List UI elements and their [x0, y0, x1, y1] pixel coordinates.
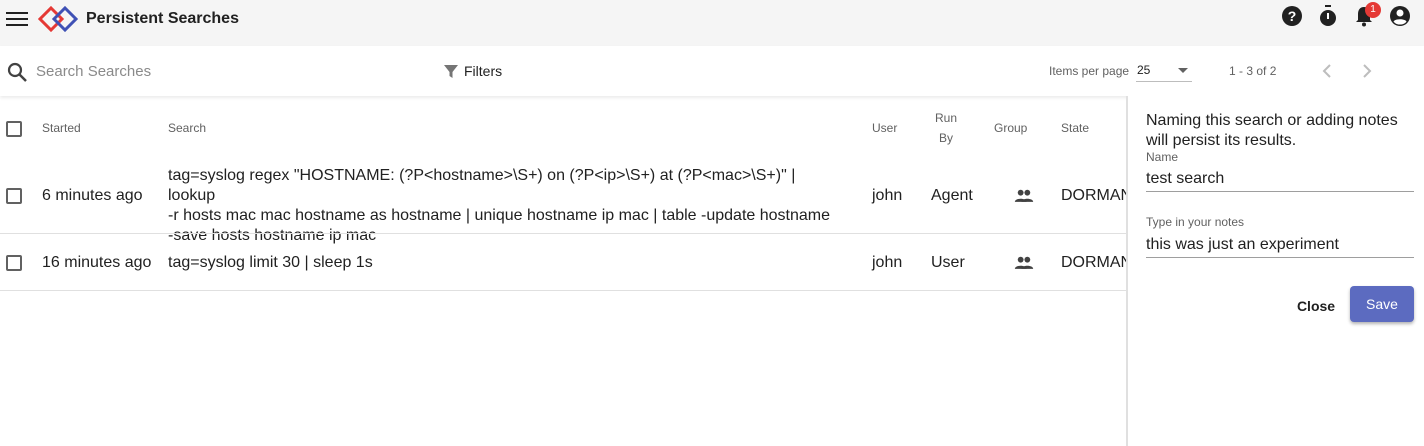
- account-icon[interactable]: [1388, 4, 1412, 28]
- user-cell: john: [872, 187, 903, 204]
- run-by-cell: User: [931, 254, 965, 271]
- svg-text:?: ?: [1288, 8, 1297, 24]
- row-divider: [0, 233, 1126, 234]
- group-icon[interactable]: [1014, 253, 1034, 273]
- search-query-line: -r hosts mac mac hostname as hostname | …: [168, 207, 830, 224]
- help-icon[interactable]: ?: [1280, 4, 1304, 28]
- header-group[interactable]: Group: [994, 118, 1027, 138]
- search-icon: [7, 62, 27, 82]
- search-query-line: tag=syslog limit 30 | sleep 1s: [168, 254, 373, 271]
- app-logo: [38, 6, 78, 32]
- header-search[interactable]: Search: [168, 118, 206, 138]
- row-checkbox[interactable]: [6, 255, 22, 271]
- state-cell: DORMAN: [1061, 187, 1126, 204]
- header-user[interactable]: User: [872, 118, 897, 138]
- search-toolbar: Filters Items per page 25 1 - 3 of 2: [0, 46, 1424, 96]
- close-button[interactable]: Close: [1288, 292, 1344, 320]
- next-page-button[interactable]: [1354, 58, 1380, 84]
- searches-table: Started Search User Run By Group State 6…: [0, 96, 1126, 446]
- timer-icon[interactable]: [1316, 4, 1340, 28]
- started-cell: 16 minutes ago: [42, 254, 152, 271]
- notes-field[interactable]: [1146, 232, 1414, 258]
- select-all-checkbox[interactable]: [6, 121, 22, 137]
- page-title: Persistent Searches: [86, 10, 239, 27]
- items-per-page-value: 25: [1137, 63, 1151, 77]
- search-query-cell: tag=syslog limit 30 | sleep 1s: [168, 253, 838, 273]
- name-field-label: Name: [1146, 150, 1179, 164]
- notes-field-label: Type in your notes: [1146, 215, 1245, 229]
- group-icon[interactable]: [1014, 186, 1034, 206]
- search-details-panel: Naming this search or adding notes will …: [1126, 96, 1424, 446]
- search-query-line: tag=syslog regex "HOSTNAME: (?P<hostname…: [168, 167, 796, 204]
- menu-icon[interactable]: [6, 9, 28, 29]
- filters-label: Filters: [464, 63, 503, 79]
- header-state[interactable]: State: [1061, 118, 1089, 138]
- run-by-cell: Agent: [931, 187, 973, 204]
- app-bar: Persistent Searches ? 1: [0, 0, 1424, 46]
- pagination-range: 1 - 3 of 2: [1229, 64, 1277, 78]
- row-checkbox[interactable]: [6, 188, 22, 204]
- items-per-page-select[interactable]: 25: [1136, 60, 1192, 82]
- state-cell: DORMAN: [1061, 254, 1126, 271]
- notification-badge: 1: [1365, 2, 1381, 18]
- search-input[interactable]: [36, 59, 416, 83]
- chevron-down-icon: [1178, 68, 1188, 73]
- filter-icon: [444, 65, 458, 78]
- row-divider: [0, 290, 1126, 291]
- header-run-by-line2[interactable]: By: [939, 128, 953, 148]
- search-query-line: -save hosts hostname ip mac: [168, 227, 377, 244]
- name-field[interactable]: [1146, 166, 1414, 192]
- user-cell: john: [872, 254, 903, 271]
- filters-button[interactable]: Filters: [442, 58, 502, 84]
- search-query-cell: tag=syslog regex "HOSTNAME: (?P<hostname…: [168, 166, 838, 246]
- items-per-page-label: Items per page: [1049, 64, 1130, 78]
- started-cell: 6 minutes ago: [42, 187, 143, 204]
- panel-message: Naming this search or adding notes will …: [1146, 112, 1398, 149]
- header-started[interactable]: Started: [42, 118, 81, 138]
- header-run-by-line1[interactable]: Run: [935, 108, 957, 128]
- save-button[interactable]: Save: [1350, 286, 1414, 322]
- previous-page-button[interactable]: [1314, 58, 1340, 84]
